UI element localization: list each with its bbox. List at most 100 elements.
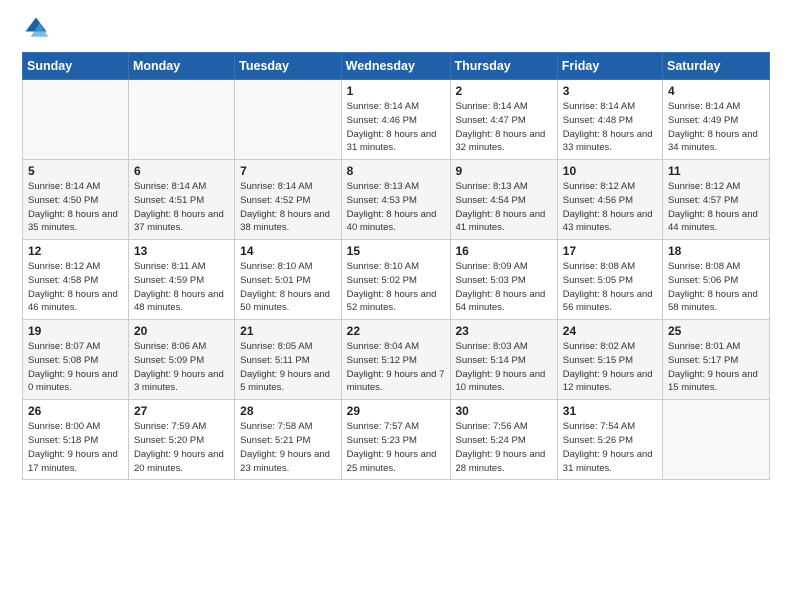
day-cell: 14Sunrise: 8:10 AMSunset: 5:01 PMDayligh… <box>235 240 342 320</box>
day-number: 29 <box>347 404 445 418</box>
day-info: Sunrise: 7:54 AMSunset: 5:26 PMDaylight:… <box>563 420 657 475</box>
day-number: 3 <box>563 84 657 98</box>
header <box>22 18 770 42</box>
day-cell: 28Sunrise: 7:58 AMSunset: 5:21 PMDayligh… <box>235 400 342 480</box>
day-cell: 12 Sunrise: 8:12 AMSunset: 4:58 PMDayligh… <box>23 240 129 320</box>
day-info: Sunrise: 8:06 AMSunset: 5:09 PMDaylight:… <box>134 340 229 395</box>
day-number: 23 <box>456 324 552 338</box>
day-cell: 8 Sunrise: 8:13 AMSunset: 4:53 PMDaylight… <box>341 160 450 240</box>
day-info: Sunrise: 8:10 AMSunset: 5:02 PMDaylight:… <box>347 260 445 315</box>
day-cell: 17 Sunrise: 8:08 AMSunset: 5:05 PMDayligh… <box>557 240 662 320</box>
day-cell: 22Sunrise: 8:04 AMSunset: 5:12 PMDayligh… <box>341 320 450 400</box>
week-row-4: 19 Sunrise: 8:07 AMSunset: 5:08 PMDayligh… <box>23 320 770 400</box>
day-number: 11 <box>668 164 764 178</box>
day-number: 17 <box>563 244 657 258</box>
day-number: 19 <box>28 324 123 338</box>
day-number: 15 <box>347 244 445 258</box>
day-cell: 11 Sunrise: 8:12 AMSunset: 4:57 PMDayligh… <box>663 160 770 240</box>
day-number: 31 <box>563 404 657 418</box>
day-info: Sunrise: 8:00 AMSunset: 5:18 PMDaylight:… <box>28 420 123 475</box>
day-info: Sunrise: 8:14 AMSunset: 4:52 PMDaylight:… <box>240 180 336 235</box>
day-cell: 4 Sunrise: 8:14 AMSunset: 4:49 PMDaylight… <box>663 80 770 160</box>
day-cell: 3 Sunrise: 8:14 AMSunset: 4:48 PMDaylight… <box>557 80 662 160</box>
day-number: 26 <box>28 404 123 418</box>
day-cell: 30 Sunrise: 7:56 AMSunset: 5:24 PMDayligh… <box>450 400 557 480</box>
day-info: Sunrise: 8:14 AMSunset: 4:47 PMDaylight:… <box>456 100 552 155</box>
day-info: Sunrise: 8:12 AMSunset: 4:58 PMDaylight:… <box>28 260 123 315</box>
day-number: 13 <box>134 244 229 258</box>
day-cell: 18Sunrise: 8:08 AMSunset: 5:06 PMDayligh… <box>663 240 770 320</box>
week-row-3: 12 Sunrise: 8:12 AMSunset: 4:58 PMDayligh… <box>23 240 770 320</box>
day-cell: 7 Sunrise: 8:14 AMSunset: 4:52 PMDaylight… <box>235 160 342 240</box>
day-number: 27 <box>134 404 229 418</box>
day-info: Sunrise: 8:08 AMSunset: 5:05 PMDaylight:… <box>563 260 657 315</box>
day-number: 16 <box>456 244 552 258</box>
day-info: Sunrise: 8:14 AMSunset: 4:50 PMDaylight:… <box>28 180 123 235</box>
week-row-5: 26 Sunrise: 8:00 AMSunset: 5:18 PMDayligh… <box>23 400 770 480</box>
day-info: Sunrise: 8:09 AMSunset: 5:03 PMDaylight:… <box>456 260 552 315</box>
weekday-wednesday: Wednesday <box>341 53 450 80</box>
day-cell: 24Sunrise: 8:02 AMSunset: 5:15 PMDayligh… <box>557 320 662 400</box>
day-cell: 15 Sunrise: 8:10 AMSunset: 5:02 PMDayligh… <box>341 240 450 320</box>
day-cell: 31 Sunrise: 7:54 AMSunset: 5:26 PMDayligh… <box>557 400 662 480</box>
weekday-tuesday: Tuesday <box>235 53 342 80</box>
day-number: 2 <box>456 84 552 98</box>
day-cell: 23 Sunrise: 8:03 AMSunset: 5:14 PMDayligh… <box>450 320 557 400</box>
day-cell: 25Sunrise: 8:01 AMSunset: 5:17 PMDayligh… <box>663 320 770 400</box>
day-info: Sunrise: 8:14 AMSunset: 4:51 PMDaylight:… <box>134 180 229 235</box>
day-info: Sunrise: 8:12 AMSunset: 4:57 PMDaylight:… <box>668 180 764 235</box>
day-info: Sunrise: 8:01 AMSunset: 5:17 PMDaylight:… <box>668 340 764 395</box>
day-info: Sunrise: 8:07 AMSunset: 5:08 PMDaylight:… <box>28 340 123 395</box>
day-cell: 26 Sunrise: 8:00 AMSunset: 5:18 PMDayligh… <box>23 400 129 480</box>
calendar-table: SundayMondayTuesdayWednesdayThursdayFrid… <box>22 52 770 480</box>
day-number: 12 <box>28 244 123 258</box>
day-info: Sunrise: 8:13 AMSunset: 4:53 PMDaylight:… <box>347 180 445 235</box>
day-number: 10 <box>563 164 657 178</box>
day-number: 30 <box>456 404 552 418</box>
day-cell: 6 Sunrise: 8:14 AMSunset: 4:51 PMDaylight… <box>128 160 234 240</box>
day-cell: 19 Sunrise: 8:07 AMSunset: 5:08 PMDayligh… <box>23 320 129 400</box>
day-info: Sunrise: 8:10 AMSunset: 5:01 PMDaylight:… <box>240 260 336 315</box>
day-cell: 27 Sunrise: 7:59 AMSunset: 5:20 PMDayligh… <box>128 400 234 480</box>
day-cell <box>235 80 342 160</box>
day-number: 8 <box>347 164 445 178</box>
day-cell: 13 Sunrise: 8:11 AMSunset: 4:59 PMDayligh… <box>128 240 234 320</box>
day-info: Sunrise: 8:03 AMSunset: 5:14 PMDaylight:… <box>456 340 552 395</box>
logo-area <box>22 18 53 42</box>
day-info: Sunrise: 7:56 AMSunset: 5:24 PMDaylight:… <box>456 420 552 475</box>
day-cell: 1Sunrise: 8:14 AMSunset: 4:46 PMDaylight… <box>341 80 450 160</box>
weekday-friday: Friday <box>557 53 662 80</box>
day-cell: 20 Sunrise: 8:06 AMSunset: 5:09 PMDayligh… <box>128 320 234 400</box>
weekday-saturday: Saturday <box>663 53 770 80</box>
day-number: 7 <box>240 164 336 178</box>
day-info: Sunrise: 8:05 AMSunset: 5:11 PMDaylight:… <box>240 340 336 395</box>
day-info: Sunrise: 8:14 AMSunset: 4:48 PMDaylight:… <box>563 100 657 155</box>
day-info: Sunrise: 8:12 AMSunset: 4:56 PMDaylight:… <box>563 180 657 235</box>
day-info: Sunrise: 7:59 AMSunset: 5:20 PMDaylight:… <box>134 420 229 475</box>
day-info: Sunrise: 8:14 AMSunset: 4:49 PMDaylight:… <box>668 100 764 155</box>
day-number: 20 <box>134 324 229 338</box>
day-cell: 10 Sunrise: 8:12 AMSunset: 4:56 PMDayligh… <box>557 160 662 240</box>
day-info: Sunrise: 8:02 AMSunset: 5:15 PMDaylight:… <box>563 340 657 395</box>
week-row-1: 1Sunrise: 8:14 AMSunset: 4:46 PMDaylight… <box>23 80 770 160</box>
day-number: 18 <box>668 244 764 258</box>
week-row-2: 5Sunrise: 8:14 AMSunset: 4:50 PMDaylight… <box>23 160 770 240</box>
weekday-monday: Monday <box>128 53 234 80</box>
day-number: 28 <box>240 404 336 418</box>
day-info: Sunrise: 8:13 AMSunset: 4:54 PMDaylight:… <box>456 180 552 235</box>
day-number: 21 <box>240 324 336 338</box>
day-cell: 2 Sunrise: 8:14 AMSunset: 4:47 PMDaylight… <box>450 80 557 160</box>
weekday-thursday: Thursday <box>450 53 557 80</box>
day-number: 9 <box>456 164 552 178</box>
day-info: Sunrise: 7:57 AMSunset: 5:23 PMDaylight:… <box>347 420 445 475</box>
weekday-header-row: SundayMondayTuesdayWednesdayThursdayFrid… <box>23 53 770 80</box>
weekday-sunday: Sunday <box>23 53 129 80</box>
day-cell <box>128 80 234 160</box>
day-number: 6 <box>134 164 229 178</box>
day-cell: 29 Sunrise: 7:57 AMSunset: 5:23 PMDayligh… <box>341 400 450 480</box>
logo-icon <box>22 14 50 42</box>
day-number: 1 <box>347 84 445 98</box>
day-info: Sunrise: 8:11 AMSunset: 4:59 PMDaylight:… <box>134 260 229 315</box>
day-number: 4 <box>668 84 764 98</box>
day-cell <box>23 80 129 160</box>
